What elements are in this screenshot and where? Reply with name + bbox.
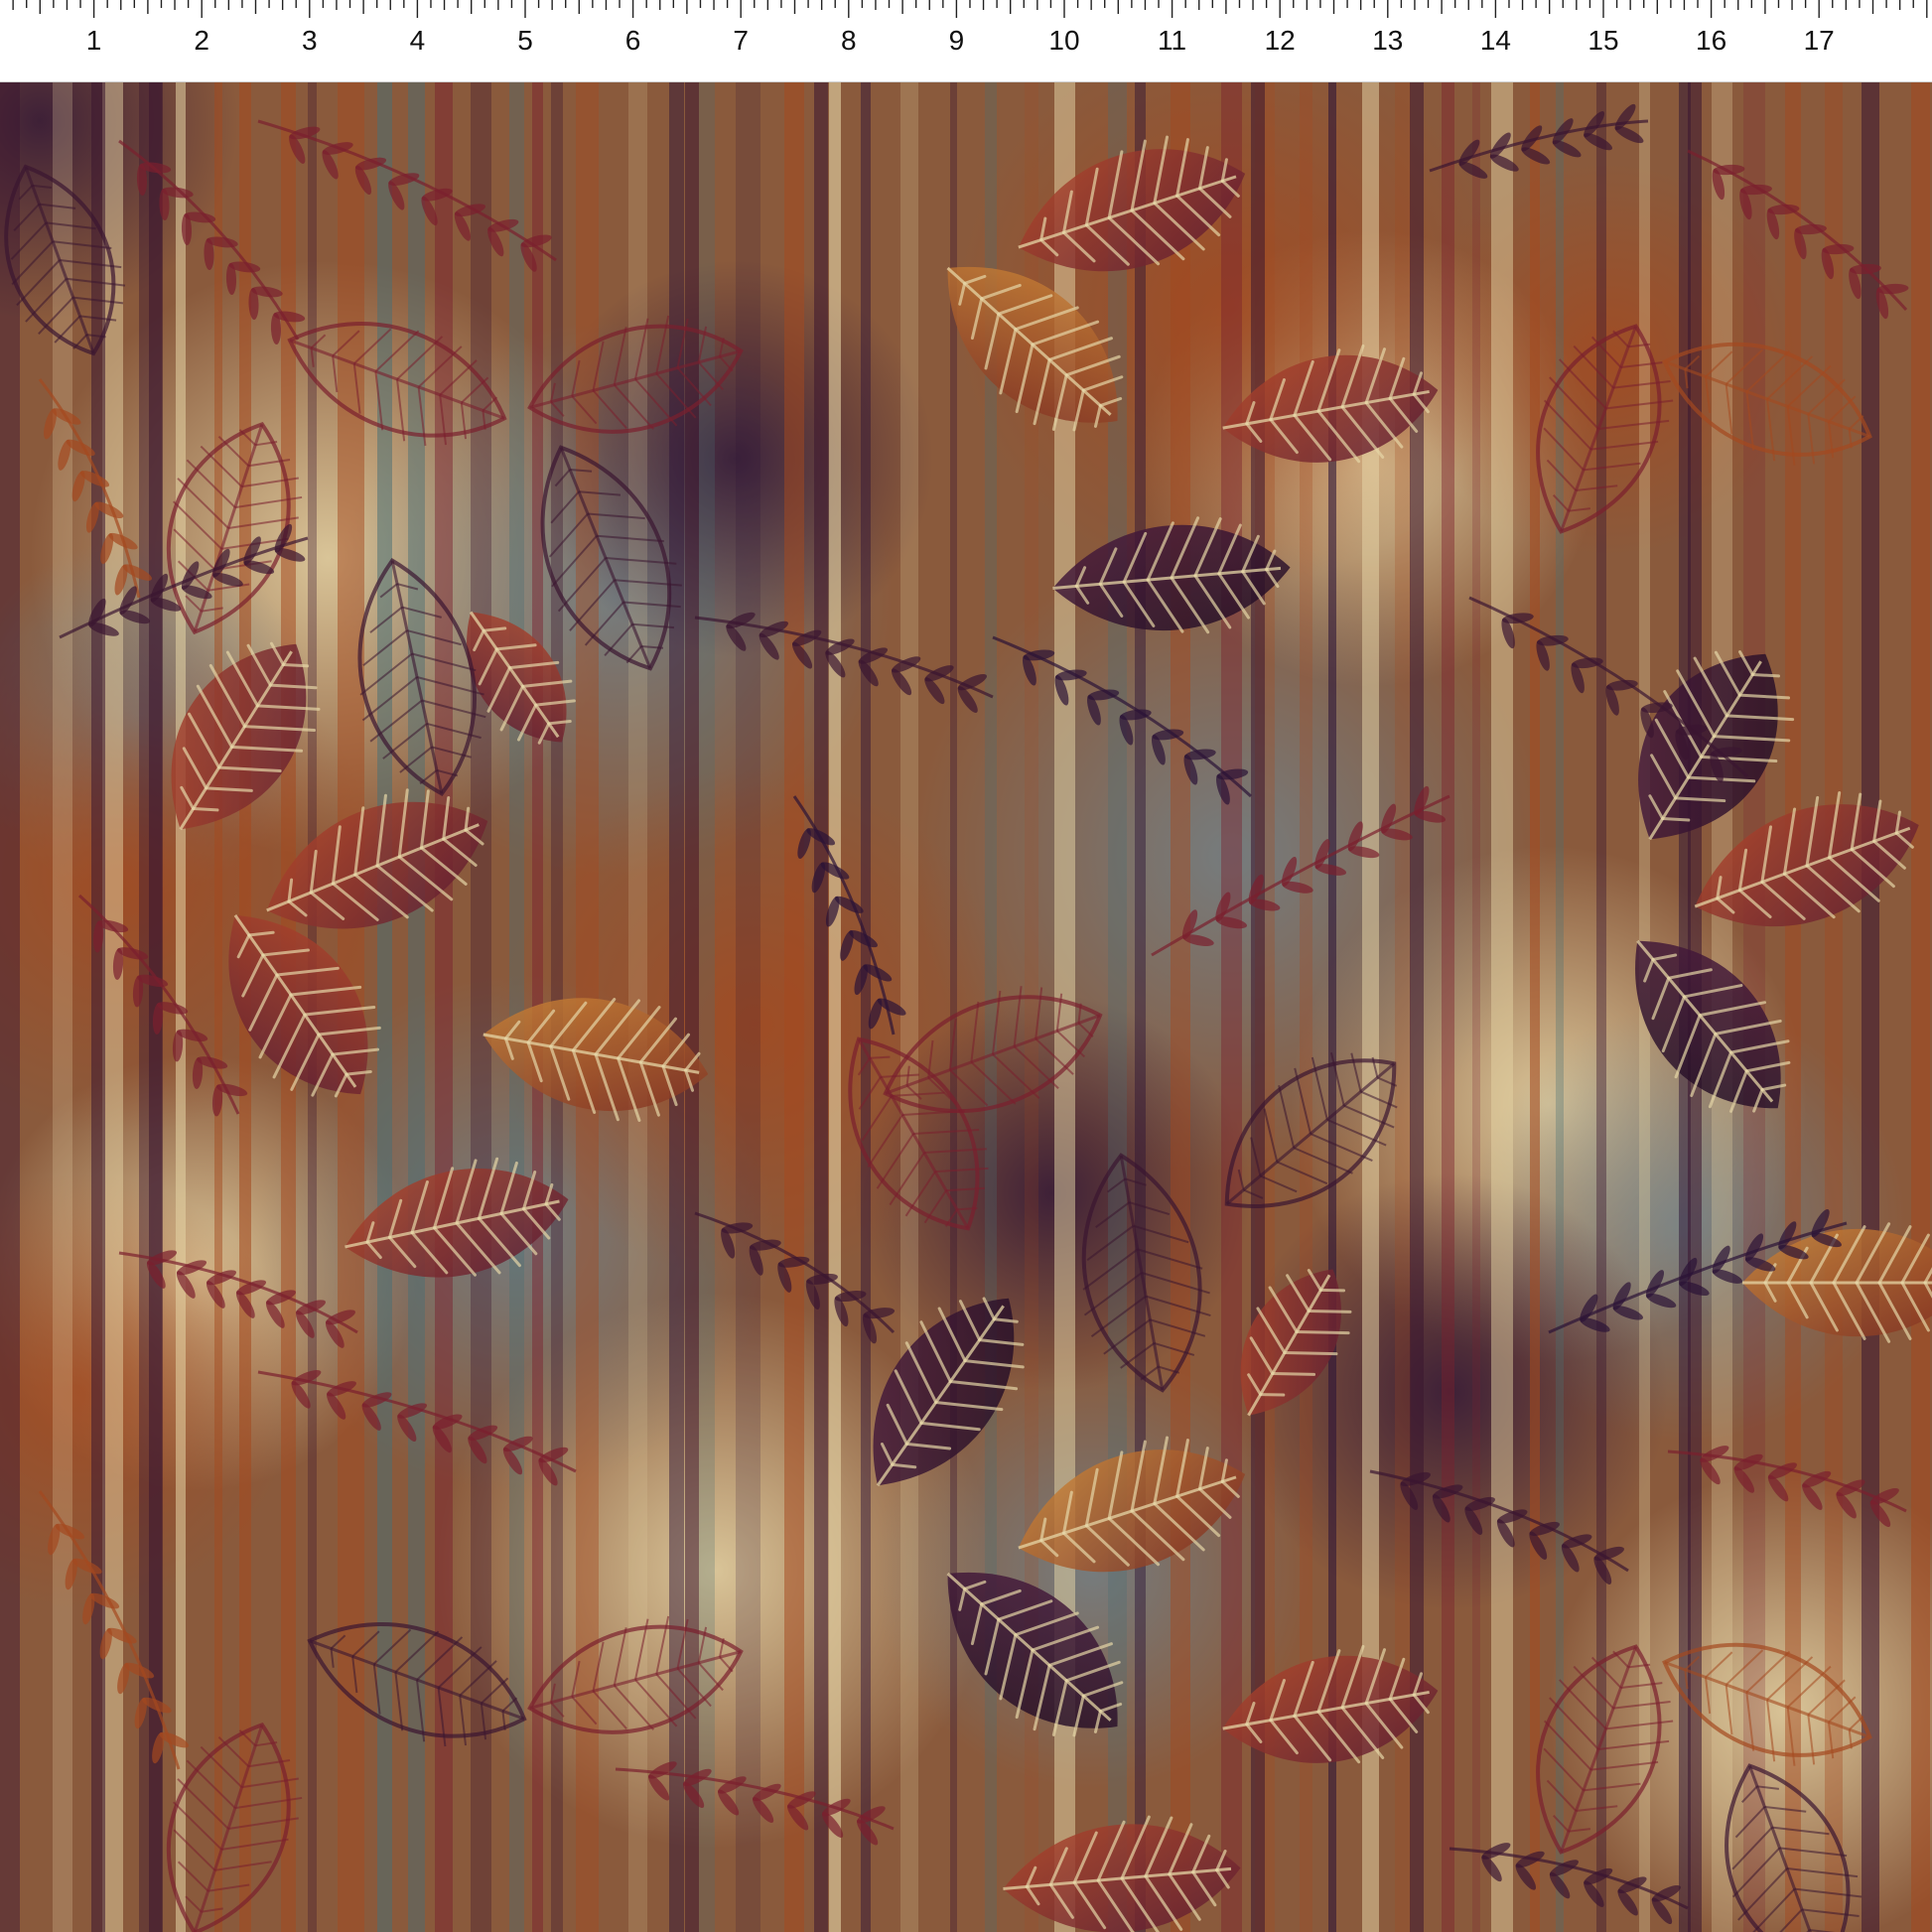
stripe: [1171, 81, 1190, 1932]
stripe: [408, 81, 425, 1932]
stripe: [814, 81, 828, 1932]
ruler-label: 5: [517, 25, 533, 56]
stripe: [214, 81, 222, 1932]
ruler-label: 14: [1480, 25, 1511, 56]
stripe: [1472, 81, 1480, 1932]
ruler-label: 13: [1372, 25, 1403, 56]
stripe: [861, 81, 871, 1932]
fabric-pattern: [0, 81, 1932, 1932]
stripe: [53, 81, 72, 1932]
stripe: [950, 81, 957, 1932]
stripe: [784, 81, 804, 1932]
stripe: [1862, 81, 1879, 1932]
ruler-label: 10: [1048, 25, 1079, 56]
ruler-label: 8: [841, 25, 857, 56]
stripe: [1135, 81, 1146, 1932]
ruler-label: 4: [410, 25, 426, 56]
ruler-label: 11: [1158, 25, 1186, 56]
stripe: [1491, 81, 1513, 1932]
ruler-label: 15: [1587, 25, 1618, 56]
stripe: [1596, 81, 1606, 1932]
ruler-label: 17: [1804, 25, 1835, 56]
stripe: [1221, 81, 1242, 1932]
stripe: [1442, 81, 1454, 1932]
stripe: [0, 81, 20, 1932]
ruler-label: 1: [86, 25, 102, 56]
stripe: [900, 81, 918, 1932]
ruler-label: 7: [733, 25, 749, 56]
ruler-graphic: 1 2 3 4 5 6 7 8 9 10 11 12 13 14 15 16 17: [12, 0, 1928, 56]
stripe: [669, 81, 684, 1932]
stripe: [1825, 81, 1843, 1932]
ruler-label: 16: [1696, 25, 1726, 56]
inch-ruler: 1 2 3 4 5 6 7 8 9 10 11 12 13 14 15 16 17: [0, 0, 1932, 82]
ruler-label: 6: [625, 25, 641, 56]
stripe: [1530, 81, 1540, 1932]
stripe: [1911, 81, 1930, 1932]
stripe: [685, 81, 699, 1932]
ruler-label: 9: [949, 25, 965, 56]
ruler-label: 2: [194, 25, 209, 56]
stripe: [509, 81, 524, 1932]
leaf-stripe-pattern-graphic: [0, 81, 1932, 1932]
fabric-swatch-screenshot: 1 2 3 4 5 6 7 8 9 10 11 12 13 14 15 16 17: [0, 0, 1932, 1932]
stripe: [628, 81, 647, 1932]
stripe: [1251, 81, 1265, 1932]
stripe: [1300, 81, 1312, 1932]
ruler-label: 3: [302, 25, 318, 56]
stripe: [1556, 81, 1564, 1932]
stripe: [829, 81, 841, 1932]
stripe: [1410, 81, 1424, 1932]
ruler-label: 12: [1265, 25, 1296, 56]
